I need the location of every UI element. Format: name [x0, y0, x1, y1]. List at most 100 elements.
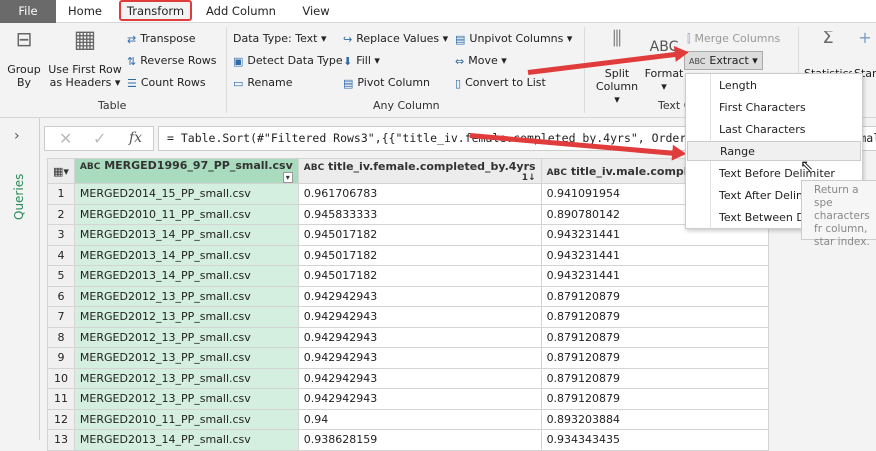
fill-button[interactable]: ⬇ Fill ▾ [343, 54, 380, 68]
menu-item-last-characters[interactable]: Last Characters [719, 120, 805, 140]
table-cell[interactable]: 0.879120879 [540, 367, 769, 389]
table-cell[interactable]: 0.943231441 [540, 265, 769, 287]
tooltip: Return a spe characters fr column, star … [801, 180, 876, 248]
filter-dropdown-icon[interactable]: ▾ [282, 172, 293, 183]
table-row[interactable]: 9 MERGED2012_13_PP_small.csv 0.942942943 0.… [47, 347, 769, 369]
row-number: 11 [47, 388, 75, 410]
table-row[interactable]: 6 MERGED2012_13_PP_small.csv 0.942942943 0.… [47, 285, 769, 307]
replace-values-button[interactable]: ↪ Replace Values ▾ [343, 32, 448, 46]
table-cell[interactable]: MERGED2012_13_PP_small.csv [73, 285, 299, 307]
table-cell[interactable]: 0.942942943 [297, 285, 542, 307]
pivot-label: Pivot Column [357, 76, 431, 89]
table-cell[interactable]: 0.945017182 [297, 265, 542, 287]
table-cell[interactable]: 0.879120879 [540, 306, 769, 328]
table-row[interactable]: 8 MERGED2012_13_PP_small.csv 0.942942943 0.… [47, 326, 769, 348]
extract-button[interactable]: ABC Extract ▾ [684, 51, 763, 70]
table-cell[interactable]: 0.942942943 [297, 367, 542, 389]
abc123-icon: ABC [689, 56, 706, 66]
table-cell[interactable]: 0.879120879 [540, 388, 769, 410]
convert-label: Convert to List [465, 76, 546, 89]
fx-icon[interactable]: fx [129, 130, 142, 146]
pivot-column-button[interactable]: ▤ Pivot Column [343, 76, 430, 90]
table-cell[interactable]: MERGED2013_14_PP_small.csv [73, 265, 299, 287]
pivot-icon: ▤ [343, 76, 354, 90]
convert-to-list-button[interactable]: ▯ Convert to List [455, 76, 546, 90]
table-row[interactable]: 10 MERGED2012_13_PP_small.csv 0.942942943 0… [47, 367, 769, 389]
merge-columns-button[interactable]: ⫿ Merge Columns [687, 32, 780, 46]
menu-item-range[interactable]: Range [687, 141, 861, 161]
unpivot-columns-button[interactable]: ▤ Unpivot Columns ▾ [455, 32, 572, 46]
text-type-icon: ABC [303, 162, 325, 173]
expand-chevron-icon[interactable]: › [14, 128, 20, 144]
table-cell[interactable]: 0.942942943 [297, 347, 542, 369]
format-button[interactable]: ABC Format ▾ [644, 33, 684, 93]
data-type-dropdown[interactable]: Data Type: Text ▾ [233, 32, 327, 45]
table-row[interactable]: 5 MERGED2013_14_PP_small.csv 0.945017182 0.… [47, 265, 769, 287]
table-cell[interactable]: 0.879120879 [540, 347, 769, 369]
queries-label: Queries [12, 173, 26, 220]
move-icon: ⇔ [455, 54, 465, 68]
group-label-table: Table [98, 99, 127, 112]
table-row[interactable]: 3 MERGED2013_14_PP_small.csv 0.945017182 0.… [47, 224, 769, 246]
menu-item-length[interactable]: Length [719, 76, 757, 96]
queries-pane[interactable]: › Queries [0, 118, 40, 440]
table-cell[interactable]: MERGED2014_15_PP_small.csv [73, 183, 299, 205]
table-cell[interactable]: 0.879120879 [540, 326, 769, 348]
reverse-rows-button[interactable]: ⇅ Reverse Rows [127, 54, 217, 68]
table-cell[interactable]: MERGED2013_14_PP_small.csv [73, 244, 299, 266]
table-cell[interactable]: MERGED2010_11_PP_small.csv [73, 408, 299, 430]
column-header[interactable]: ABC title_iv.female.completed_by.4yrs 1↓ [297, 158, 542, 184]
table-cell[interactable]: MERGED2012_13_PP_small.csv [73, 347, 299, 369]
table-cell[interactable]: 0.942942943 [297, 306, 542, 328]
text-type-icon: ABC [546, 167, 567, 178]
tab-add-column[interactable]: Add Column [200, 0, 282, 23]
table-row[interactable]: 4 MERGED2013_14_PP_small.csv 0.945017182 0.… [47, 244, 769, 266]
unpivot-icon: ▤ [455, 32, 466, 46]
confirm-icon[interactable]: ✓ [93, 129, 106, 148]
table-row[interactable]: 7 MERGED2012_13_PP_small.csv 0.942942943 0.… [47, 306, 769, 328]
table-cell[interactable]: MERGED2012_13_PP_small.csv [73, 388, 299, 410]
table-row[interactable]: 12 MERGED2010_11_PP_small.csv 0.94 0.893203… [47, 408, 769, 430]
move-button[interactable]: ⇔ Move ▾ [455, 54, 507, 68]
table-cell[interactable]: MERGED2010_11_PP_small.csv [73, 203, 299, 225]
table-cell[interactable]: MERGED2012_13_PP_small.csv [73, 326, 299, 348]
tab-transform[interactable]: Transform [119, 0, 192, 21]
table-cell[interactable]: 0.945017182 [297, 224, 542, 246]
table-cell[interactable]: MERGED2012_13_PP_small.csv [73, 367, 299, 389]
table-cell[interactable]: 0.943231441 [540, 244, 769, 266]
tab-view[interactable]: View [296, 0, 336, 23]
table-row[interactable]: 11 MERGED2012_13_PP_small.csv 0.942942943 0… [47, 388, 769, 410]
table-cell[interactable]: MERGED2012_13_PP_small.csv [73, 306, 299, 328]
table-cell[interactable]: 0.893203884 [540, 408, 769, 430]
table-icon: ▦ [73, 25, 97, 53]
tab-file[interactable]: File [0, 0, 56, 23]
menu-item-first-characters[interactable]: First Characters [719, 98, 806, 118]
detect-data-type-button[interactable]: ▣ Detect Data Type [233, 54, 343, 68]
table-cell[interactable]: 0.879120879 [540, 285, 769, 307]
table-cell[interactable]: 0.94 [297, 408, 542, 430]
count-rows-button[interactable]: ☰ Count Rows [127, 76, 206, 90]
table-cell[interactable]: 0.945833333 [297, 203, 542, 225]
mouse-cursor-icon: ⇖ [800, 156, 814, 175]
transpose-button[interactable]: ⇄ Transpose [127, 32, 196, 46]
sort-descending-icon[interactable]: 1↓ [522, 173, 536, 183]
table-cell[interactable]: 0.942942943 [297, 326, 542, 348]
table-cell[interactable]: MERGED2013_14_PP_small.csv [73, 224, 299, 246]
group-by-button[interactable]: ⊟ Group By [6, 29, 42, 89]
cancel-icon[interactable]: ✕ [59, 129, 72, 148]
split-column-button[interactable]: ⫴ Split Column ▾ [592, 29, 642, 107]
table-cell[interactable]: 0.961706783 [297, 183, 542, 205]
data-grid: ▦▾ ABC MERGED1996_97_PP_small.csv ▾ ABC … [47, 158, 769, 451]
table-menu-icon[interactable]: ▦▾ [47, 158, 75, 184]
sigma-icon: Σ [822, 31, 834, 48]
use-first-row-button[interactable]: ▦ Use First Row as Headers ▾ [48, 25, 122, 89]
column-header[interactable]: ABC MERGED1996_97_PP_small.csv ▾ [73, 158, 299, 184]
group-label-any-column: Any Column [373, 99, 440, 112]
table-cell[interactable]: 0.945017182 [297, 244, 542, 266]
unpivot-label: Unpivot Columns [469, 32, 564, 45]
table-cell[interactable]: 0.942942943 [297, 388, 542, 410]
tab-home[interactable]: Home [62, 0, 108, 23]
table-row[interactable]: 2 MERGED2010_11_PP_small.csv 0.945833333 0.… [47, 203, 769, 225]
rename-button[interactable]: ▭ Rename [233, 76, 293, 90]
table-row[interactable]: 1 MERGED2014_15_PP_small.csv 0.961706783 0.… [47, 183, 769, 205]
